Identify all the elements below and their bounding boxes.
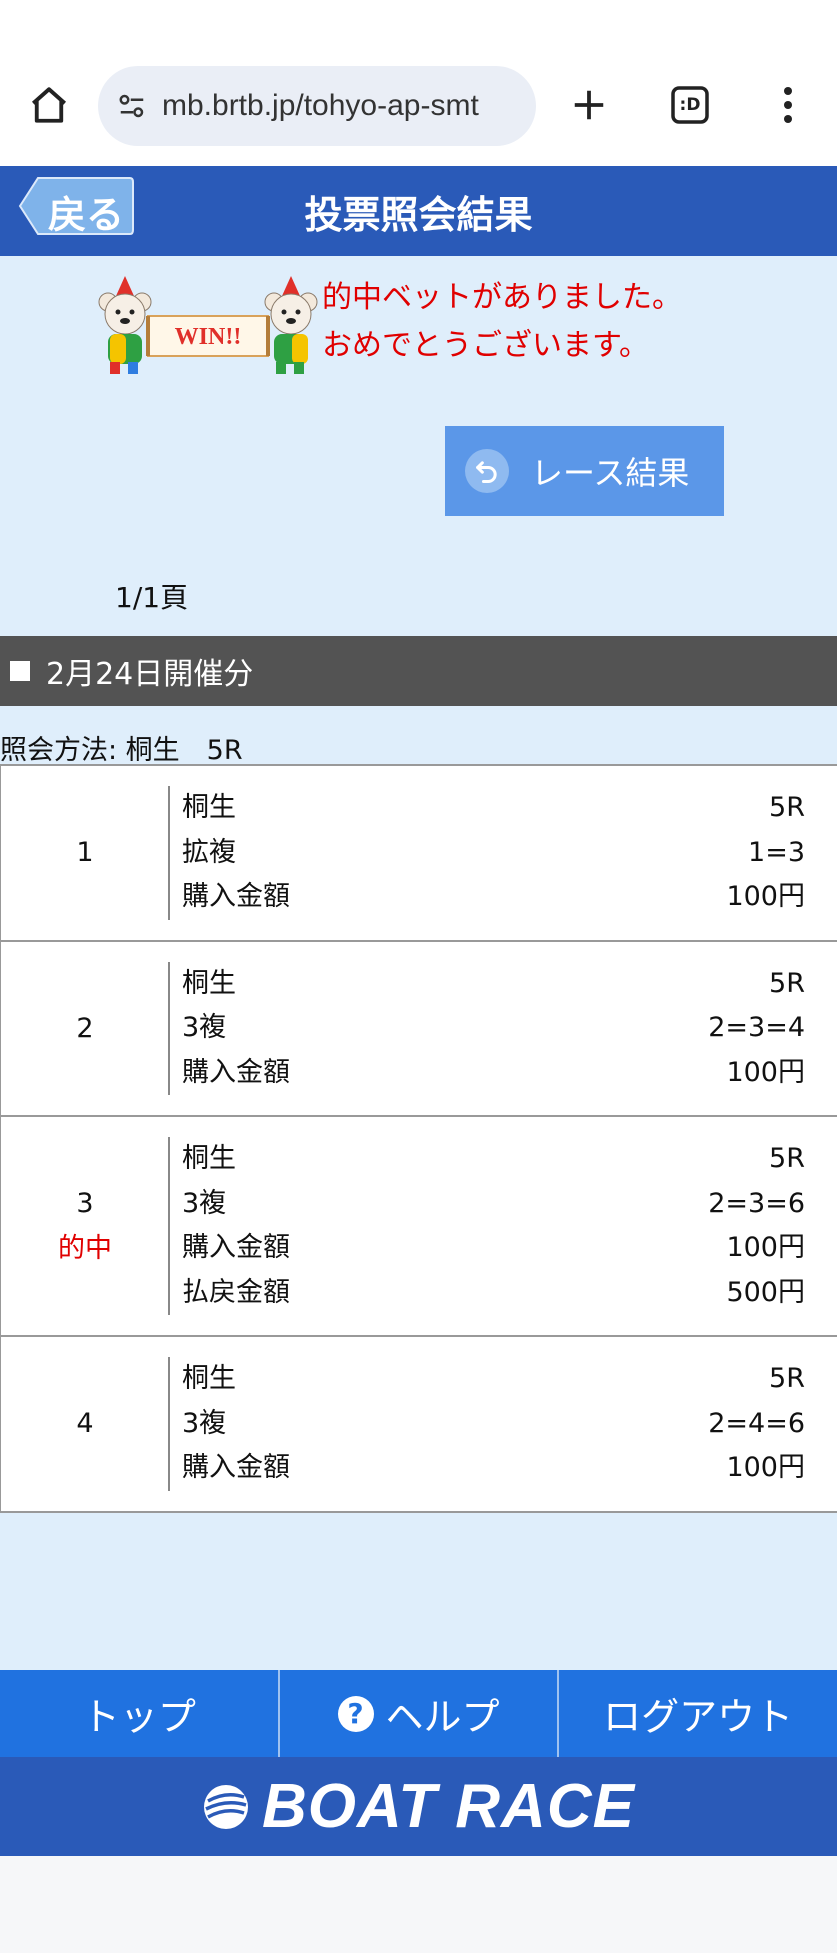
boat-race-logo-icon [204, 1784, 249, 1829]
footer-top-button[interactable]: トップ [0, 1670, 280, 1757]
bet-row: 1 桐生 5R 拡複 1=3 購入金額 100円 [0, 766, 837, 942]
bet-divider [168, 1357, 170, 1491]
bet-detail-value: 2=4=6 [708, 1407, 805, 1439]
bet-number: 1 [76, 837, 94, 869]
win-message-line1: 的中ベットがありました。 [322, 280, 682, 315]
bet-number: 2 [76, 1012, 94, 1044]
bet-number: 4 [76, 1408, 94, 1440]
bet-detail-line: 購入金額 100円 [182, 1051, 805, 1096]
bet-detail-line: 3複 2=3=6 [182, 1182, 805, 1227]
bet-detail-value: 2=3=4 [708, 1012, 805, 1043]
return-arrow-icon [465, 449, 509, 493]
footer-top-label: トップ [81, 1695, 196, 1739]
win-message: 的中ベットがありました。 おめでとうございます。 [322, 274, 682, 370]
brand-footer: BOAT RACE [0, 1757, 837, 1856]
home-icon[interactable] [24, 80, 74, 130]
race-result-button[interactable]: レース結果 [445, 426, 724, 516]
more-menu-icon[interactable] [770, 80, 806, 130]
bet-number-cell: 4 [1, 1337, 169, 1511]
bet-details: 桐生 5R 3複 2=3=4 購入金額 100円 [182, 962, 805, 1096]
bet-detail-label: 3複 [182, 1187, 227, 1219]
footer-logout-label: ログアウト [603, 1695, 794, 1739]
hit-label: 的中 [58, 1233, 112, 1264]
bet-detail-label: 払戻金額 [182, 1276, 290, 1308]
bet-detail-label: 拡複 [182, 836, 236, 868]
bet-detail-label: 購入金額 [182, 1232, 290, 1263]
bet-detail-line: 桐生 5R [182, 1357, 805, 1402]
bet-detail-label: 桐生 [182, 1143, 236, 1174]
bet-row: 4 桐生 5R 3複 2=4=6 購入金額 100円 [0, 1337, 837, 1513]
bet-detail-value: 5R [769, 1363, 805, 1394]
date-header-text: 2月24日開催分 [46, 657, 254, 692]
tab-switcher-label: :D [679, 95, 701, 115]
bet-divider [168, 786, 170, 920]
bet-detail-line: 購入金額 100円 [182, 875, 805, 920]
page-content: 戻る 投票照会結果 WIN!! 的中ベットがありました。 おめでとうございます。… [0, 166, 837, 1856]
win-banner-text: WIN!! [175, 324, 242, 350]
bet-detail-value: 100円 [726, 1232, 805, 1263]
bet-detail-label: 3複 [182, 1012, 227, 1043]
query-method: 照会方法: 桐生 5R [0, 735, 243, 766]
bet-number: 3 [76, 1188, 94, 1219]
page-count: 1/1頁 [115, 581, 189, 614]
bet-number-cell: 1 [1, 766, 169, 940]
win-message-line2: おめでとうございます。 [322, 328, 649, 363]
title-bar: 戻る 投票照会結果 [0, 166, 837, 256]
bet-detail-line: 拡複 1=3 [182, 831, 805, 876]
brand-text: BOAT RACE [262, 1772, 635, 1841]
bet-detail-label: 購入金額 [182, 881, 290, 912]
win-banner-image: WIN!! [96, 274, 321, 379]
bet-divider [168, 1137, 170, 1315]
bet-detail-label: 桐生 [182, 792, 236, 823]
bet-detail-line: 3複 2=4=6 [182, 1402, 805, 1447]
bet-detail-line: 購入金額 100円 [182, 1446, 805, 1491]
footer-help-label: ヘルプ [385, 1695, 500, 1739]
bet-detail-value: 2=3=6 [708, 1187, 805, 1219]
bet-detail-label: 桐生 [182, 1363, 236, 1394]
bet-detail-line: 3複 2=3=4 [182, 1006, 805, 1051]
address-bar[interactable]: mb.brtb.jp/tohyo-ap-smt [98, 66, 536, 146]
footer-nav: トップ ? ヘルプ ログアウト [0, 1670, 837, 1757]
footer-logout-button[interactable]: ログアウト [559, 1670, 837, 1757]
question-icon: ? [337, 1695, 374, 1732]
bet-detail-value: 5R [769, 1143, 805, 1174]
bet-number-cell: 3 的中 [1, 1117, 169, 1335]
bet-detail-value: 5R [769, 967, 805, 999]
bet-number-cell: 2 [1, 942, 169, 1116]
bet-detail-label: 購入金額 [182, 1452, 290, 1483]
site-settings-icon[interactable] [114, 88, 150, 124]
page-title: 投票照会結果 [304, 193, 533, 237]
bet-row: 2 桐生 5R 3複 2=3=4 購入金額 100円 [0, 941, 837, 1117]
square-bullet-icon [10, 661, 30, 681]
bet-detail-line: 払戻金額 500円 [182, 1271, 805, 1316]
bet-details: 桐生 5R 3複 2=3=6 購入金額 100円払戻金額 500円 [182, 1137, 805, 1315]
bet-detail-value: 5R [769, 792, 805, 823]
bet-detail-value: 100円 [726, 1452, 805, 1483]
url-text: mb.brtb.jp/tohyo-ap-smt [162, 89, 479, 122]
bet-detail-line: 桐生 5R [182, 786, 805, 831]
new-tab-icon[interactable] [564, 80, 614, 130]
bet-detail-value: 100円 [726, 1056, 805, 1088]
bet-divider [168, 961, 170, 1095]
bet-list: 1 桐生 5R 拡複 1=3 購入金額 100円 2 桐生 5R 3複 2=3=4 購入金額 100円 3 的… [0, 764, 837, 1513]
bet-detail-line: 桐生 5R [182, 1137, 805, 1182]
bet-detail-label: 桐生 [182, 967, 236, 999]
bet-detail-line: 桐生 5R [182, 962, 805, 1007]
browser-toolbar: mb.brtb.jp/tohyo-ap-smt :D [0, 0, 837, 166]
tab-switcher-button[interactable]: :D [666, 82, 714, 128]
bet-details: 桐生 5R 拡複 1=3 購入金額 100円 [182, 786, 805, 920]
bottom-area [0, 1856, 837, 1953]
bet-detail-value: 100円 [726, 881, 805, 912]
bet-detail-value: 500円 [726, 1276, 805, 1308]
bet-row: 3 的中 桐生 5R 3複 2=3=6 購入金額 100円払戻金額 500円 [0, 1117, 837, 1337]
bet-detail-label: 3複 [182, 1407, 227, 1439]
bet-detail-line: 購入金額 100円 [182, 1226, 805, 1271]
bet-details: 桐生 5R 3複 2=4=6 購入金額 100円 [182, 1357, 805, 1491]
bet-detail-value: 1=3 [748, 836, 805, 868]
bet-detail-label: 購入金額 [182, 1056, 290, 1088]
footer-help-button[interactable]: ? ヘルプ [280, 1670, 560, 1757]
race-result-label: レース結果 [531, 454, 690, 492]
date-header: 2月24日開催分 [0, 636, 837, 706]
